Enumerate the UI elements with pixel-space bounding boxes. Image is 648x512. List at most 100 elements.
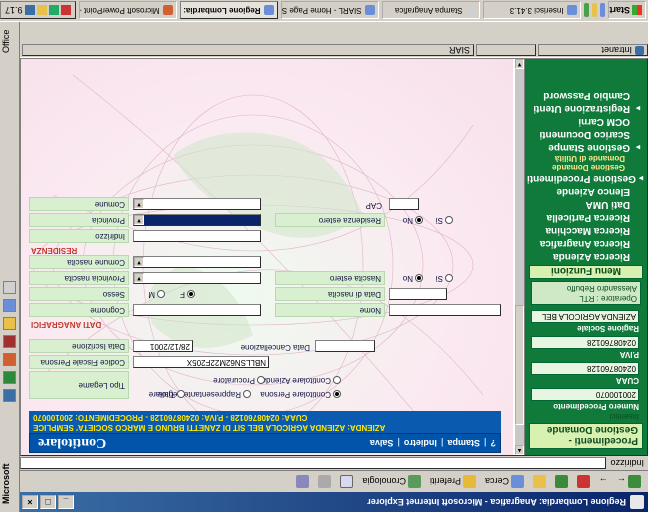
chevron-down-icon[interactable]: ▼ <box>134 257 144 267</box>
piva-value: 02408760128 <box>531 336 639 349</box>
codice-fiscale-input[interactable]: NBLLSN62M22F205X <box>133 356 269 368</box>
menu-item[interactable]: Cambio Password <box>527 89 643 102</box>
cap-input[interactable] <box>389 198 419 210</box>
scroll-up-icon[interactable]: ▲ <box>515 445 524 455</box>
save-link[interactable]: Salva <box>370 438 394 448</box>
office-shortcut-bar: Microsoft Office <box>0 22 20 512</box>
indirizzo-input[interactable] <box>133 230 261 242</box>
access-icon[interactable] <box>3 335 16 348</box>
radio-contitolare-azienda[interactable]: Contitolare Azienda <box>262 376 341 385</box>
explorer-icon[interactable] <box>3 299 16 312</box>
provincia-nascita-select[interactable]: ▼ <box>133 272 261 284</box>
history-button[interactable]: Cronologia <box>359 473 424 491</box>
back-link[interactable]: Indietro <box>404 438 437 448</box>
chevron-down-icon[interactable]: ▼ <box>134 215 144 225</box>
scroll-thumb[interactable] <box>515 305 524 425</box>
radio-residenza-estero-si[interactable]: Sì <box>435 216 453 225</box>
comune-nascita-select[interactable]: ▼ <box>133 256 261 268</box>
sesso-label: Sesso <box>29 287 129 301</box>
data-cancellazione-input[interactable] <box>315 340 375 352</box>
menu-item[interactable]: Scarico Documenti <box>527 128 643 141</box>
maximize-button[interactable]: □ <box>40 495 56 509</box>
chevron-down-icon[interactable]: ▼ <box>134 273 144 283</box>
radio-nascita-estero-no[interactable]: No <box>403 274 423 283</box>
radio-titolare[interactable]: Titolare <box>149 390 185 399</box>
codice-fiscale-label: Codice Fiscale Persona <box>29 355 129 369</box>
menu-item[interactable]: ▸ Gestione Stampe <box>527 141 643 154</box>
refresh-button[interactable] <box>552 473 571 491</box>
provincia-select[interactable]: ▼ <box>133 214 261 226</box>
close-button[interactable]: × <box>22 495 38 509</box>
tray-network-icon[interactable] <box>48 5 59 16</box>
help-link[interactable]: ? <box>491 438 497 448</box>
tray-antivirus-icon[interactable] <box>60 5 71 16</box>
tray-volume-icon[interactable] <box>36 5 47 16</box>
menu-item[interactable]: Dati UMA <box>527 198 643 211</box>
radio-label: Contitolare Persona <box>260 390 331 399</box>
taskbar-button[interactable]: SIARL - Home Page Sist... <box>280 1 379 20</box>
sidebar-field-procedimento: Numero Procedimento 200100070 <box>531 388 639 411</box>
start-button[interactable]: Start <box>608 1 646 20</box>
menu-item[interactable]: Gestione Domande <box>527 163 643 172</box>
data-iscrizione-input[interactable]: 28/12/2001 <box>133 340 193 352</box>
task-label: SIARL - Home Page Sist... <box>281 6 362 15</box>
menu-item[interactable]: Ricerca Azienda <box>527 250 643 263</box>
tray-messenger-icon[interactable] <box>24 5 35 16</box>
minimize-button[interactable]: _ <box>58 495 74 509</box>
search-button[interactable]: Cerca <box>482 473 527 491</box>
quicklaunch-ie-icon[interactable] <box>600 3 606 18</box>
taskbar-button[interactable]: Regione Lombardia: ... <box>179 1 278 20</box>
taskbar-button[interactable]: Inserisci 3.41.3 <box>482 1 581 20</box>
task-app-icon <box>263 5 274 16</box>
chevron-down-icon[interactable]: ▼ <box>134 199 144 209</box>
forward-button[interactable]: → <box>596 473 611 491</box>
address-bar: Indirizzo <box>20 456 648 470</box>
radio-sesso-m[interactable]: M <box>148 290 165 299</box>
stop-button[interactable] <box>574 473 593 491</box>
menu-item[interactable]: Ricerca Particella <box>527 211 643 224</box>
back-button[interactable]: ← <box>614 473 644 491</box>
menu-item[interactable]: Elenco Aziende <box>527 185 643 198</box>
powerpoint-icon[interactable] <box>3 353 16 366</box>
notes-icon[interactable] <box>3 281 16 294</box>
taskbar-button[interactable]: Stampa Anagrafica <box>381 1 480 20</box>
radio-sesso-f[interactable]: F <box>180 290 195 299</box>
quicklaunch-outlook-icon[interactable] <box>591 3 598 18</box>
sidebar: Procedimenti - Gestione Domande Inserisc… <box>515 59 647 455</box>
address-input[interactable] <box>20 457 607 469</box>
favorites-button[interactable]: Preferiti <box>427 473 479 491</box>
radio-contitolare-persona[interactable]: Contitolare Persona <box>260 390 341 399</box>
comune-select[interactable]: ▼ <box>133 198 261 210</box>
task-app-icon <box>465 5 476 16</box>
word-icon[interactable] <box>3 389 16 402</box>
nome-input[interactable] <box>389 304 501 316</box>
menu-bullet-icon: ▸ <box>636 104 641 113</box>
scroll-down-icon[interactable]: ▼ <box>515 59 524 69</box>
menu-item[interactable]: OCM Carni <box>527 115 643 128</box>
radio-residenza-estero-no[interactable]: No <box>403 216 423 225</box>
radio-dot <box>257 376 265 385</box>
menu-item[interactable]: ▸ Gestione Procedimenti <box>527 172 643 185</box>
sidebar-field-cuaa: CUAA 02408760128 <box>531 362 639 385</box>
sidebar-scrollbar[interactable]: ▲ ▼ <box>515 59 525 455</box>
menu-item[interactable]: Ricerca Macchina <box>527 224 643 237</box>
radio-procuratore[interactable]: Procuratore <box>213 376 265 385</box>
menu-item[interactable]: Ricerca Anagrafica <box>527 237 643 250</box>
excel-icon[interactable] <box>3 371 16 384</box>
comune-label: Comune <box>29 197 129 211</box>
menu-item[interactable]: Domande di Utilità <box>527 154 643 163</box>
taskbar-button[interactable]: Microsoft PowerPoint - [Inf... <box>78 1 177 20</box>
quicklaunch-desktop-icon[interactable] <box>583 3 589 18</box>
outlook-icon[interactable] <box>3 317 16 330</box>
cognome-input[interactable] <box>133 304 261 316</box>
cognome-label: Cognome <box>29 303 129 317</box>
menu-item[interactable]: ▸ Registrazione Utenti <box>527 102 643 115</box>
print-link[interactable]: Stampa <box>447 438 480 448</box>
radio-nascita-estero-si[interactable]: Sì <box>435 274 453 283</box>
edit-button[interactable] <box>293 473 312 491</box>
mail-button[interactable] <box>337 473 356 491</box>
home-button[interactable] <box>530 473 549 491</box>
data-nascita-input[interactable] <box>389 288 447 300</box>
print-button[interactable] <box>315 473 334 491</box>
menu-item-label: Elenco Aziende <box>556 186 630 197</box>
